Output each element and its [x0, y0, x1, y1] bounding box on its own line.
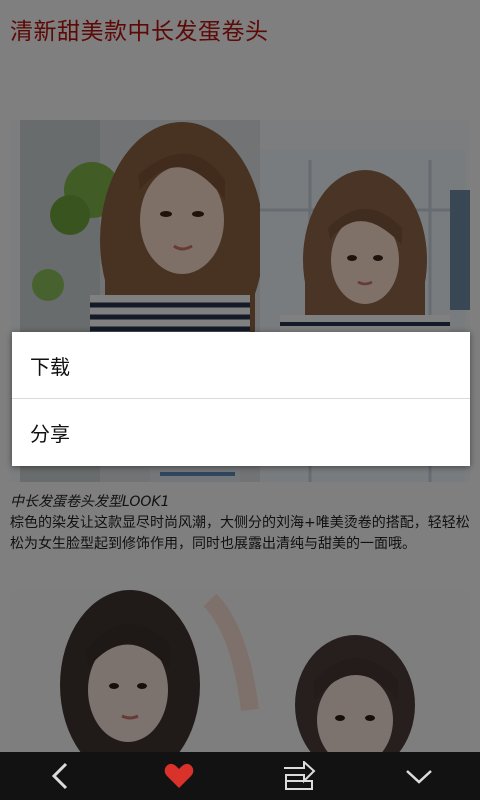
menu-item-share[interactable]: 分享	[12, 399, 470, 465]
context-menu: 下载 分享	[12, 332, 470, 466]
back-button[interactable]	[30, 752, 90, 800]
bottom-nav-bar	[0, 752, 480, 800]
favorite-button[interactable]	[149, 752, 209, 800]
collapse-button[interactable]	[389, 752, 449, 800]
back-icon	[51, 762, 68, 790]
heart-icon	[164, 763, 194, 788]
collapse-icon	[406, 770, 432, 784]
menu-item-download[interactable]: 下载	[12, 332, 470, 398]
share-icon	[284, 761, 316, 790]
share-button[interactable]	[269, 752, 329, 800]
